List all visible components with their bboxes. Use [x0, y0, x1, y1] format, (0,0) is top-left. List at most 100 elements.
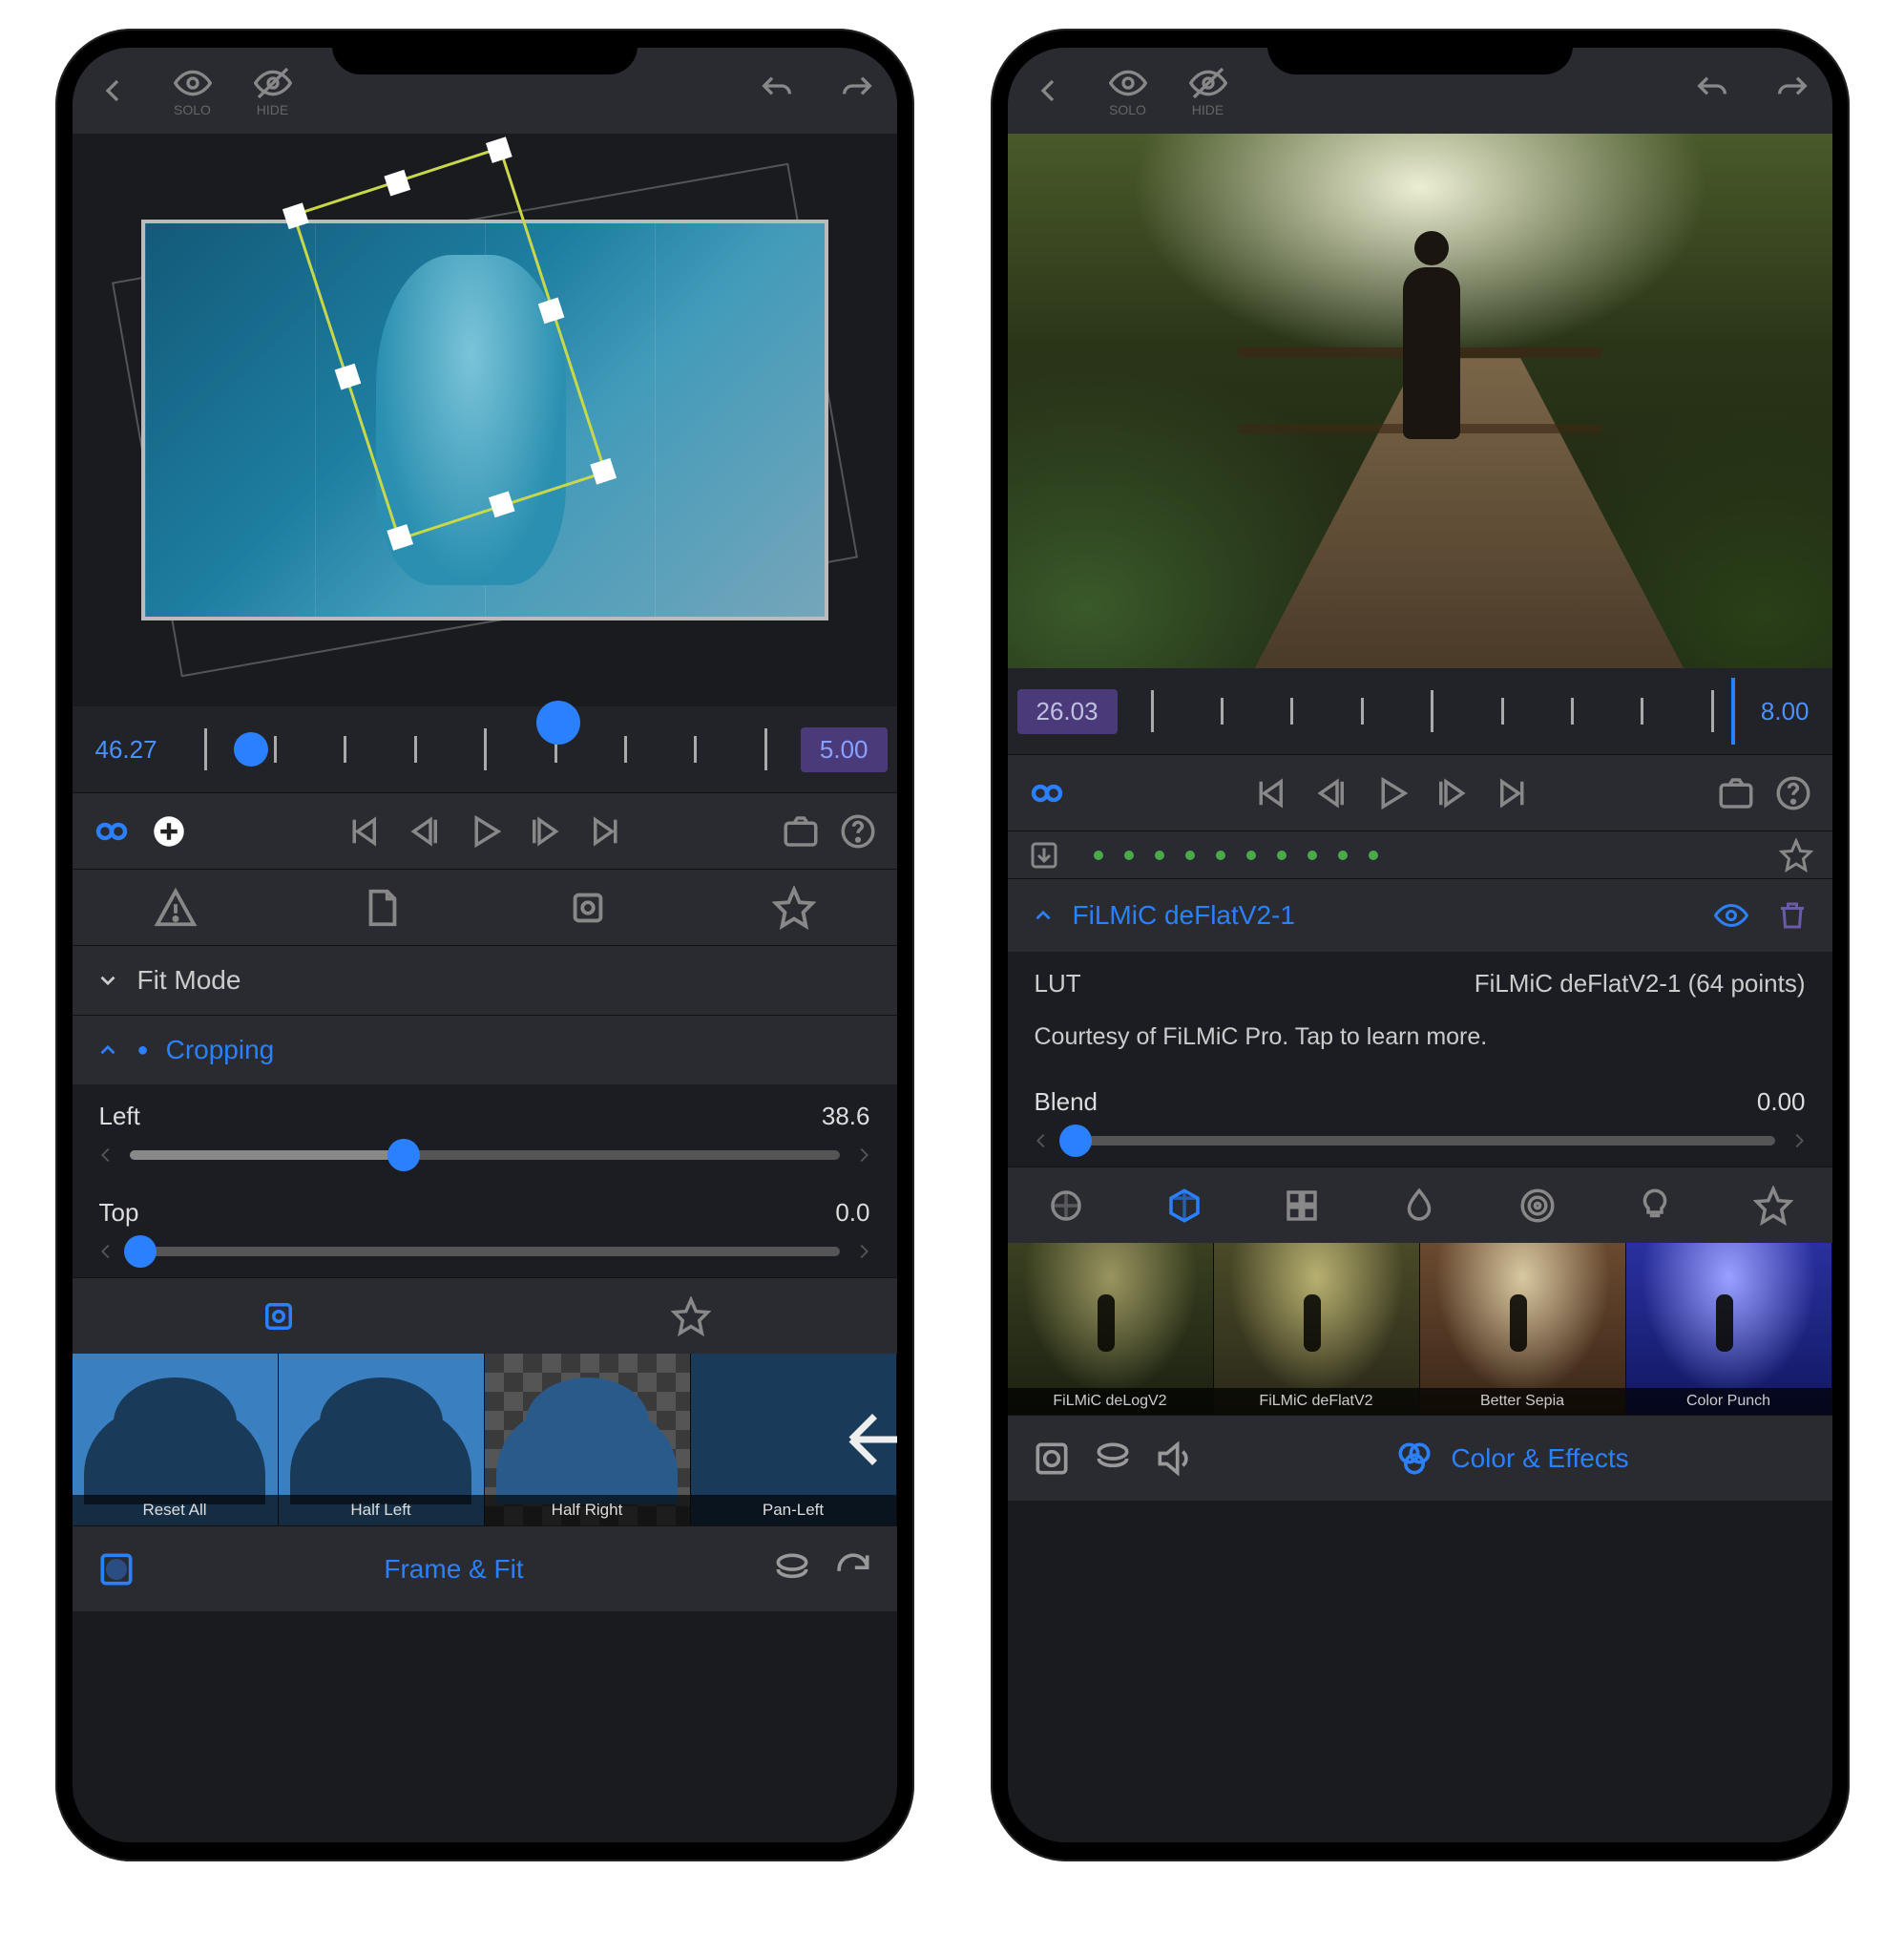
- preset-half-left[interactable]: Half Left: [279, 1354, 485, 1525]
- timeline[interactable]: 26.03 8.00: [1008, 668, 1832, 754]
- bottom-nav-label[interactable]: Frame & Fit: [157, 1554, 752, 1585]
- link-icon[interactable]: [1027, 773, 1067, 813]
- slider-thumb[interactable]: [1059, 1125, 1092, 1157]
- warning-icon[interactable]: [154, 886, 198, 930]
- blend-slider[interactable]: [1065, 1136, 1775, 1146]
- redo-icon[interactable]: [838, 72, 876, 110]
- lut-colorpunch[interactable]: Color Punch: [1626, 1243, 1832, 1415]
- playhead-marker[interactable]: [536, 701, 580, 745]
- play-icon[interactable]: [465, 811, 505, 851]
- capture-icon[interactable]: [781, 811, 821, 851]
- frame-forward-icon[interactable]: [1433, 773, 1473, 813]
- trash-icon[interactable]: [1775, 898, 1810, 933]
- undo-icon[interactable]: [758, 72, 796, 110]
- lut-credit[interactable]: Courtesy of FiLMiC Pro. Tap to learn mor…: [1008, 1016, 1832, 1070]
- document-icon[interactable]: [360, 886, 404, 930]
- fit-mode-section[interactable]: Fit Mode: [73, 945, 897, 1015]
- timeline-start-time: 46.27: [82, 735, 171, 765]
- hide-toggle[interactable]: HIDE: [1189, 64, 1227, 117]
- frame-icon[interactable]: [1031, 1438, 1073, 1480]
- link-icon[interactable]: [92, 811, 132, 851]
- skip-end-icon[interactable]: [1494, 773, 1534, 813]
- slider-thumb[interactable]: [124, 1235, 157, 1268]
- star-icon[interactable]: [772, 886, 816, 930]
- cube-icon[interactable]: [1164, 1186, 1204, 1226]
- timeline-ticks[interactable]: [1118, 668, 1747, 754]
- frame-back-icon[interactable]: [1310, 773, 1350, 813]
- nudge-left-icon[interactable]: [1031, 1130, 1052, 1151]
- nudge-left-icon[interactable]: [95, 1145, 116, 1166]
- cropping-section[interactable]: ● Cropping: [73, 1015, 897, 1084]
- nudge-right-icon[interactable]: [853, 1241, 874, 1262]
- crop-tool-icon[interactable]: [566, 886, 610, 930]
- playhead-line[interactable]: [1731, 678, 1735, 745]
- fit-mode-label: Fit Mode: [137, 965, 241, 996]
- frame-forward-icon[interactable]: [526, 811, 566, 851]
- lut-deflat[interactable]: FiLMiC deFlatV2: [1214, 1243, 1420, 1415]
- slider-thumb[interactable]: [387, 1139, 420, 1171]
- chevron-up-icon: [95, 1038, 120, 1062]
- spiral-icon[interactable]: [1517, 1186, 1558, 1226]
- star-icon[interactable]: [671, 1296, 711, 1336]
- color-wheel-icon[interactable]: [1046, 1186, 1086, 1226]
- frame-back-icon[interactable]: [404, 811, 444, 851]
- grid-icon[interactable]: [1282, 1186, 1322, 1226]
- star-icon[interactable]: [1753, 1186, 1793, 1226]
- droplet-icon[interactable]: [1399, 1186, 1439, 1226]
- preset-reset-all[interactable]: Reset All: [73, 1354, 279, 1525]
- help-icon[interactable]: [1773, 773, 1813, 813]
- audio-icon[interactable]: [1153, 1438, 1195, 1480]
- skip-end-icon[interactable]: [587, 811, 627, 851]
- layers-icon[interactable]: [771, 1548, 813, 1590]
- blend-slider-block: Blend 0.00: [1008, 1070, 1832, 1167]
- preset-strip[interactable]: Reset All Half Left Half Right Pan-Left: [73, 1354, 897, 1525]
- scroll-right-icon[interactable]: [838, 1399, 897, 1480]
- screen-color-effects: SOLO HIDE 26.03 8.00: [1008, 48, 1832, 1842]
- preset-tab-row: [73, 1277, 897, 1354]
- back-icon[interactable]: [94, 72, 132, 110]
- preview-canvas[interactable]: [141, 220, 828, 620]
- keyframe-marker[interactable]: [234, 732, 268, 767]
- add-keyframe-icon[interactable]: [149, 811, 189, 851]
- refresh-icon[interactable]: [832, 1548, 874, 1590]
- star-icon[interactable]: [1779, 838, 1813, 872]
- frame-fit-icon[interactable]: [95, 1548, 137, 1590]
- preset-half-right[interactable]: Half Right: [485, 1354, 691, 1525]
- playback-bar: [73, 792, 897, 869]
- eye-icon: [1109, 64, 1147, 102]
- redo-icon[interactable]: [1773, 72, 1811, 110]
- left-slider[interactable]: [130, 1150, 840, 1160]
- skip-start-icon[interactable]: [1249, 773, 1289, 813]
- help-icon[interactable]: [838, 811, 878, 851]
- visibility-icon[interactable]: [1714, 898, 1748, 933]
- nudge-right-icon[interactable]: [853, 1145, 874, 1166]
- left-label: Left: [99, 1102, 140, 1131]
- top-slider[interactable]: [130, 1247, 840, 1256]
- lut-preset-strip[interactable]: FiLMiC deLogV2 FiLMiC deFlatV2 Better Se…: [1008, 1243, 1832, 1415]
- nudge-left-icon[interactable]: [95, 1241, 116, 1262]
- nudge-right-icon[interactable]: [1789, 1130, 1810, 1151]
- eye-off-icon: [1189, 64, 1227, 102]
- timeline[interactable]: 46.27 5.00: [73, 706, 897, 792]
- solo-toggle[interactable]: SOLO: [1109, 64, 1147, 117]
- preview-area[interactable]: [1008, 134, 1832, 668]
- hide-toggle[interactable]: HIDE: [254, 64, 292, 117]
- hide-label: HIDE: [1192, 102, 1224, 117]
- preview-area[interactable]: [73, 134, 897, 706]
- lut-sepia[interactable]: Better Sepia: [1420, 1243, 1626, 1415]
- lut-delog[interactable]: FiLMiC deLogV2: [1008, 1243, 1214, 1415]
- download-icon[interactable]: [1027, 838, 1061, 872]
- capture-icon[interactable]: [1716, 773, 1756, 813]
- back-icon[interactable]: [1029, 72, 1067, 110]
- bottom-nav-label[interactable]: Color & Effects: [1214, 1438, 1810, 1480]
- undo-icon[interactable]: [1693, 72, 1731, 110]
- chevron-up-icon: [1031, 903, 1056, 928]
- play-icon[interactable]: [1371, 773, 1412, 813]
- crop-preset-icon[interactable]: [259, 1296, 299, 1336]
- bulb-icon[interactable]: [1635, 1186, 1675, 1226]
- layers-icon[interactable]: [1092, 1438, 1134, 1480]
- timeline-ticks[interactable]: [171, 706, 801, 792]
- solo-toggle[interactable]: SOLO: [174, 64, 212, 117]
- lut-section[interactable]: FiLMiC deFlatV2-1: [1008, 878, 1832, 952]
- skip-start-icon[interactable]: [343, 811, 383, 851]
